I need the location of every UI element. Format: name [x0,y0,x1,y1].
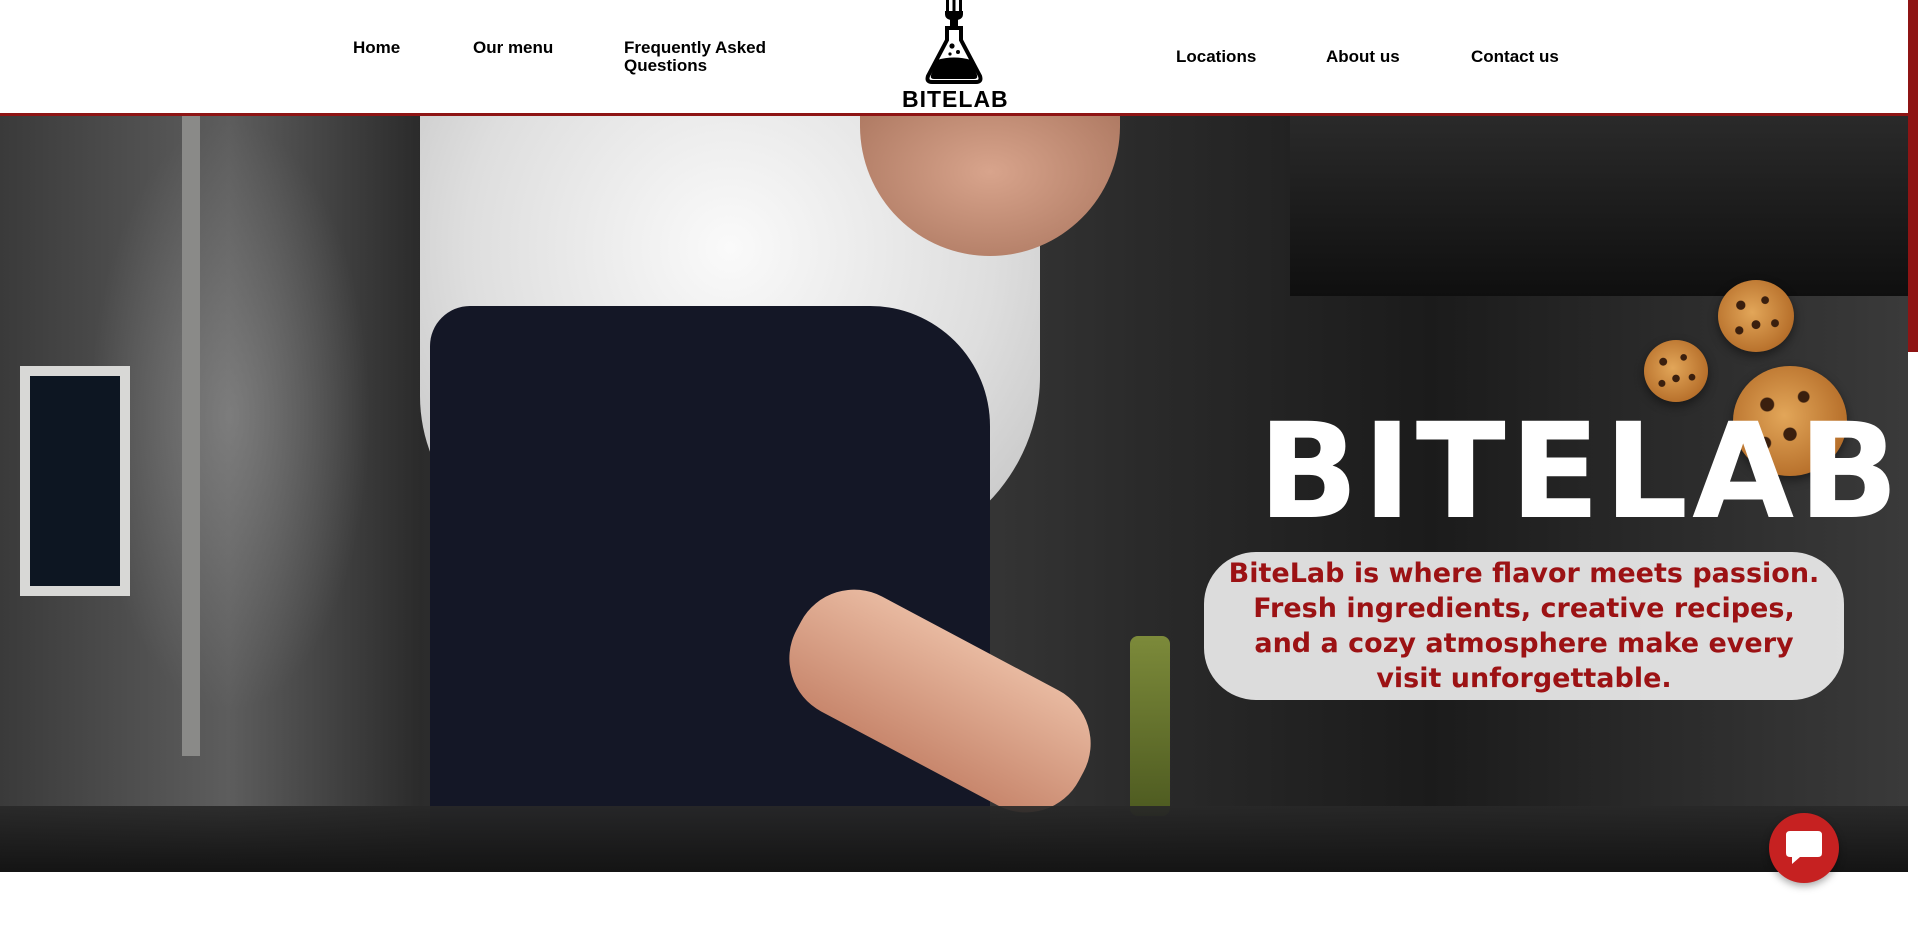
oil-bottle [1130,636,1170,816]
nav-faq-link[interactable]: Frequently Asked Questions [624,39,774,75]
hero-banner: BITELAB BiteLab is where flavor meets pa… [0,116,1908,872]
chat-button[interactable] [1769,813,1839,883]
nav-our-menu-link[interactable]: Our menu [473,39,553,57]
page: Home Our menu Frequently Asked Questions… [0,0,1918,940]
hero-tagline-card: BiteLab is where flavor meets passion. F… [1204,552,1844,700]
nav-about-us-link[interactable]: About us [1326,48,1400,66]
logo-text: BITELAB [902,86,1009,112]
kitchen-window-pane [20,366,130,596]
site-header: Home Our menu Frequently Asked Questions… [0,0,1908,116]
nav-locations-link[interactable]: Locations [1176,48,1256,66]
kitchen-hood [1290,116,1908,296]
cookie-icon [1644,340,1708,402]
flask-fork-icon [925,0,983,84]
hero-tagline-text: BiteLab is where flavor meets passion. F… [1228,558,1820,694]
kitchen-counter [0,806,1908,872]
cookie-icon [1718,280,1794,352]
page-scrollbar[interactable] [1908,0,1918,352]
chat-bubble-icon [1786,831,1822,864]
nav-contact-us-link[interactable]: Contact us [1471,48,1559,66]
nav-home-link[interactable]: Home [353,39,400,57]
site-logo[interactable]: BITELAB [902,0,1009,112]
hero-title: BITELAB [1258,395,1903,549]
chef-apron [430,306,990,872]
